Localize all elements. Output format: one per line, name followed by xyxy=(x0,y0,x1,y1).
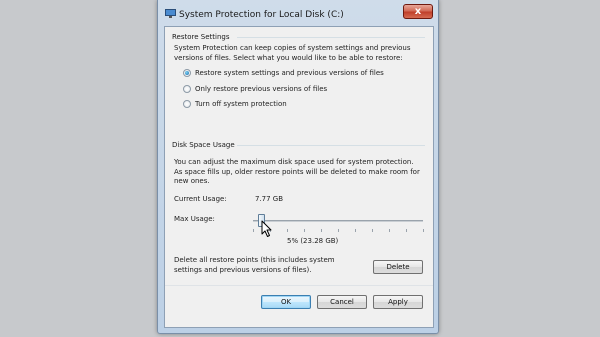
section-divider xyxy=(237,145,425,146)
disk-space-description: You can adjust the maximum disk space us… xyxy=(174,158,420,185)
radio-button[interactable] xyxy=(183,85,191,93)
radio-restore-files-only[interactable]: Only restore previous versions of files xyxy=(183,85,327,93)
radio-button[interactable] xyxy=(183,69,191,77)
ok-button[interactable]: OK xyxy=(261,295,311,309)
radio-button[interactable] xyxy=(183,100,191,108)
slider-tick xyxy=(253,229,254,232)
slider-tick xyxy=(338,229,339,232)
delete-description: Delete all restore points (this includes… xyxy=(174,256,335,274)
mouse-pointer-icon xyxy=(261,220,272,237)
cancel-button[interactable]: Cancel xyxy=(317,295,367,309)
slider-tick xyxy=(304,229,305,232)
close-icon: x xyxy=(414,6,422,17)
slider-tick xyxy=(287,229,288,232)
dialog-window: System Protection for Local Disk (C:) x … xyxy=(157,0,439,334)
max-usage-readout: 5% (23.28 GB) xyxy=(287,237,339,245)
current-usage-value: 7.77 GB xyxy=(255,195,284,203)
slider-tick xyxy=(423,229,424,232)
computer-icon xyxy=(165,9,176,18)
restore-settings-heading: Restore Settings xyxy=(172,33,230,41)
apply-button[interactable]: Apply xyxy=(373,295,423,309)
radio-label: Restore system settings and previous ver… xyxy=(195,69,384,77)
dialog-client-area: Restore Settings System Protection can k… xyxy=(164,26,434,328)
radio-label: Only restore previous versions of files xyxy=(195,85,328,93)
slider-tick xyxy=(321,229,322,232)
disk-space-heading: Disk Space Usage xyxy=(172,141,235,149)
radio-turn-off-protection[interactable]: Turn off system protection xyxy=(183,100,287,108)
restore-settings-description: System Protection can keep copies of sys… xyxy=(174,44,411,62)
max-usage-slider[interactable] xyxy=(253,220,423,222)
section-divider xyxy=(237,37,425,38)
slider-tick xyxy=(372,229,373,232)
close-button[interactable]: x xyxy=(403,4,433,19)
current-usage-label: Current Usage: xyxy=(174,195,227,203)
radio-label: Turn off system protection xyxy=(195,100,287,108)
slider-tick xyxy=(389,229,390,232)
delete-button[interactable]: Delete xyxy=(373,260,423,274)
slider-tick xyxy=(355,229,356,232)
footer-divider xyxy=(165,285,433,286)
title-bar[interactable]: System Protection for Local Disk (C:) x xyxy=(158,0,438,24)
radio-restore-settings-and-files[interactable]: Restore system settings and previous ver… xyxy=(183,69,384,77)
slider-tick xyxy=(406,229,407,232)
window-title: System Protection for Local Disk (C:) xyxy=(179,10,344,20)
max-usage-label: Max Usage: xyxy=(174,215,215,223)
radio-selected-dot xyxy=(185,71,189,75)
